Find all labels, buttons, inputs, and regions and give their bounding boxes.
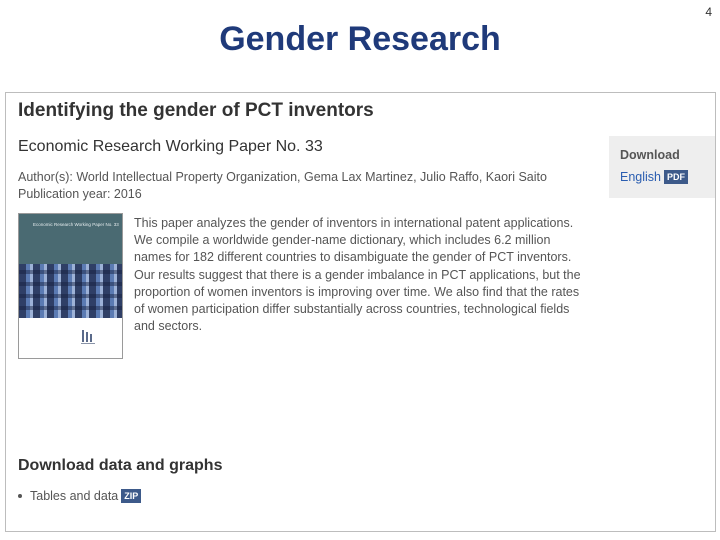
download-link-row[interactable]: English PDF	[620, 170, 688, 184]
publication-subtitle: Economic Research Working Paper No. 33	[18, 138, 323, 155]
cover-series-text: Economic Research Working Paper No. 33	[33, 222, 119, 227]
cover-thumbnail[interactable]: Economic Research Working Paper No. 33	[18, 213, 123, 359]
publication-page-screenshot: Identifying the gender of PCT inventors …	[5, 92, 716, 532]
data-download-item[interactable]: Tables and data ZIP	[18, 489, 142, 503]
zip-badge[interactable]: ZIP	[121, 489, 142, 503]
bullet-icon	[18, 494, 22, 498]
pdf-badge[interactable]: PDF	[664, 170, 688, 184]
download-panel: Download English PDF	[609, 136, 715, 198]
publication-authors: Author(s): World Intellectual Property O…	[18, 170, 547, 184]
publication-abstract: This paper analyzes the gender of invent…	[134, 216, 581, 334]
page-number: 4	[705, 5, 712, 19]
publication-title: Identifying the gender of PCT inventors	[18, 100, 374, 121]
download-heading: Download	[620, 148, 680, 162]
wipo-logo-icon	[81, 330, 95, 344]
download-english-link[interactable]: English	[620, 170, 661, 184]
tables-and-data-link[interactable]: Tables and data	[30, 489, 118, 503]
slide-title: Gender Research	[219, 20, 501, 58]
publication-year: Publication year: 2016	[18, 187, 142, 201]
data-section-heading: Download data and graphs	[18, 457, 223, 474]
cover-band: Economic Research Working Paper No. 33	[19, 214, 122, 264]
cover-pattern	[19, 264, 122, 318]
